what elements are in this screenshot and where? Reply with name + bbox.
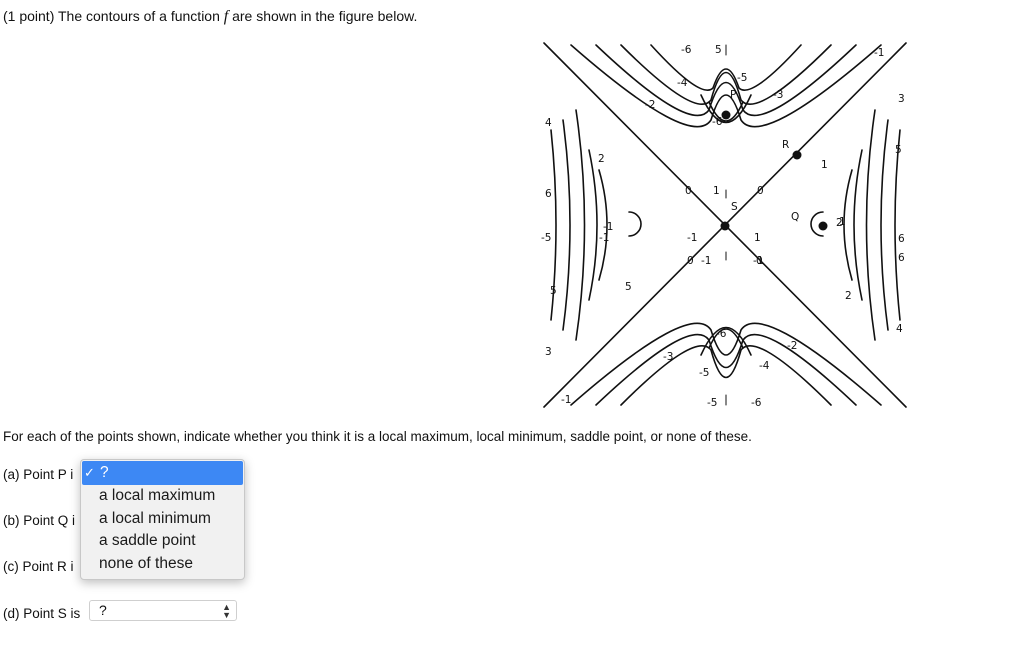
contour-label: 4 [896,323,903,335]
contour-figure: P Q R S -6 5 -5 -4 -3 -2 -1 1 2 3 4 5 6 … [541,40,910,410]
question-text: (1 point) The contours of a function f a… [3,8,417,26]
contour-label: 1 [754,232,761,244]
question-prefix: (1 point) The contours of a function [3,8,224,24]
part-d-select[interactable]: ? ▲ ▼ [89,600,237,621]
contour-line [588,149,598,301]
contour-line [894,129,901,321]
contour-label: 5 [550,285,557,297]
contour-label: 2 [598,153,605,165]
contour-label: -2 [645,99,655,111]
contour-line [595,333,857,406]
checkmark-icon: ✓ [84,465,95,480]
contour-label: 2 [845,290,852,302]
contour-line [595,44,857,117]
contour-label: 5 [625,281,632,293]
point-p-marker [721,110,731,120]
dropdown-option-local-minimum[interactable]: a local minimum [81,508,244,531]
contour-label: -5 [707,397,717,409]
point-r-marker [792,150,802,160]
contour-label: -6 [712,116,723,128]
dropdown-option-label: ? [100,464,109,481]
contour-label: -5 [541,232,551,244]
contour-label: -3 [663,351,673,363]
contour-loop [628,211,642,237]
contour-label: -1 [874,47,884,59]
contour-line [853,149,863,301]
part-a-label: (a) Point P i [3,467,74,482]
select-arrows-icon: ▲ ▼ [222,602,231,620]
contour-label: -2 [787,340,797,352]
contour-label: 1 [713,185,720,197]
contour-label: -1 [701,255,711,267]
contour-label: 5 [715,44,722,56]
contour-label: -4 [759,360,770,372]
dropdown-option-local-maximum[interactable]: a local maximum [81,485,244,508]
contour-label: 0 [757,185,764,197]
contour-label: 6 [898,233,905,245]
contour-label: 5 [895,144,902,156]
instruction-text: For each of the points shown, indicate w… [3,429,752,444]
contour-label: 0 [685,185,692,197]
contour-label: -5 [699,367,709,379]
part-c-label: (c) Point R i [3,559,74,574]
contour-label: -6 [751,397,762,409]
contour-label: 3 [898,93,905,105]
contour-label: -5 [737,72,747,84]
dropdown-option-none[interactable]: none of these [81,553,244,576]
contour-label: 4 [545,117,552,129]
point-label-p: P [730,89,736,101]
dropdown-option-selected[interactable]: ✓? [82,461,243,485]
part-d-label: (d) Point S is [3,606,81,621]
point-label-q: Q [791,211,799,223]
contour-label: -1 [753,255,763,267]
point-q-marker [818,221,828,231]
contour-label: 1 [821,159,828,171]
part-b-label: (b) Point Q i [3,513,76,528]
part-d-select-value: ? [99,602,107,618]
contour-label: 6 [545,188,552,200]
contour-label: 2 [836,217,843,229]
contour-line [562,119,571,331]
point-s-marker [720,221,730,231]
contour-label: -1 [687,232,697,244]
contour-line [880,119,889,331]
contour-label: 3 [545,346,552,358]
answer-dropdown-menu[interactable]: ✓? a local maximum a local minimum a sad… [80,459,245,580]
contour-label: -6 [681,44,692,56]
contour-label: -1 [599,232,609,244]
contour-label: 6 [898,252,905,264]
contour-line [575,109,586,341]
contour-plot: P Q R S -6 5 -5 -4 -3 -2 -1 1 2 3 4 5 6 … [541,42,907,409]
point-label-s: S [731,201,738,213]
contour-label: -1 [561,394,571,406]
question-suffix: are shown in the figure below. [228,8,418,24]
contour-label: -3 [773,89,783,101]
contour-label: 0 [687,255,694,267]
dropdown-option-saddle-point[interactable]: a saddle point [81,530,244,553]
contour-label: -4 [677,77,688,89]
contour-line [865,109,876,341]
contour-label: -6 [716,328,727,340]
point-label-r: R [782,139,789,151]
